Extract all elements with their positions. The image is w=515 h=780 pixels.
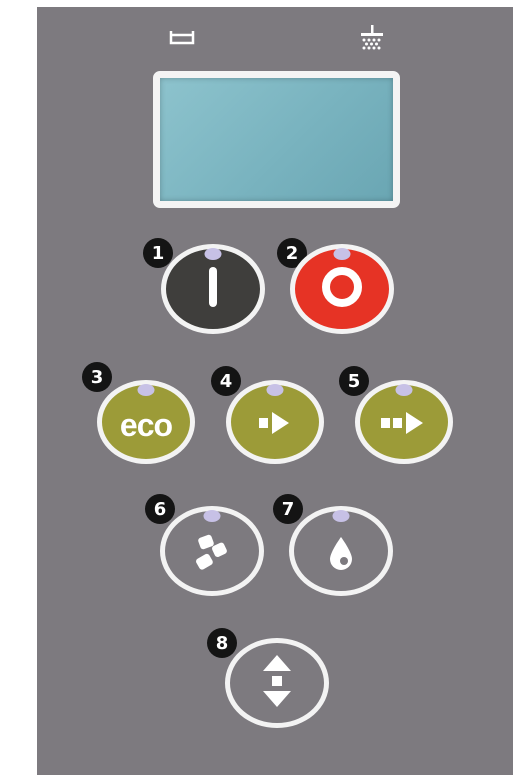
double-arrow-icon (378, 410, 430, 440)
up-down-arrows-icon (260, 653, 294, 713)
drop-icon (327, 535, 355, 575)
eco-button[interactable]: eco (97, 380, 195, 464)
button-7-led (332, 510, 350, 522)
badge-7: 7 (273, 494, 303, 524)
badge-5: 5 (339, 366, 369, 396)
badge-3: 3 (82, 362, 112, 392)
rinse-aid-button[interactable] (289, 506, 393, 596)
button-1-led (204, 248, 222, 260)
button-3-led (137, 384, 155, 396)
wash-tub-icon (169, 28, 195, 50)
button-4-led (266, 384, 284, 396)
program-short-button[interactable] (226, 380, 324, 464)
shower-icon (359, 24, 385, 54)
power-bar-icon (207, 265, 219, 313)
detergent-button[interactable] (160, 506, 264, 596)
single-arrow-icon (255, 410, 295, 440)
button-6-led (203, 510, 221, 522)
menu-up-down-button[interactable] (225, 638, 329, 728)
button-2-led (333, 248, 351, 260)
tablets-icon (187, 530, 237, 578)
power-ring-icon (318, 263, 366, 315)
power-off-button[interactable] (290, 244, 394, 334)
button-5-led (395, 384, 413, 396)
eco-label: eco (119, 406, 173, 443)
lcd-display (153, 71, 400, 208)
badge-4: 4 (211, 366, 241, 396)
power-on-button[interactable] (161, 244, 265, 334)
badge-6: 6 (145, 494, 175, 524)
badge-8: 8 (207, 628, 237, 658)
program-long-button[interactable] (355, 380, 453, 464)
